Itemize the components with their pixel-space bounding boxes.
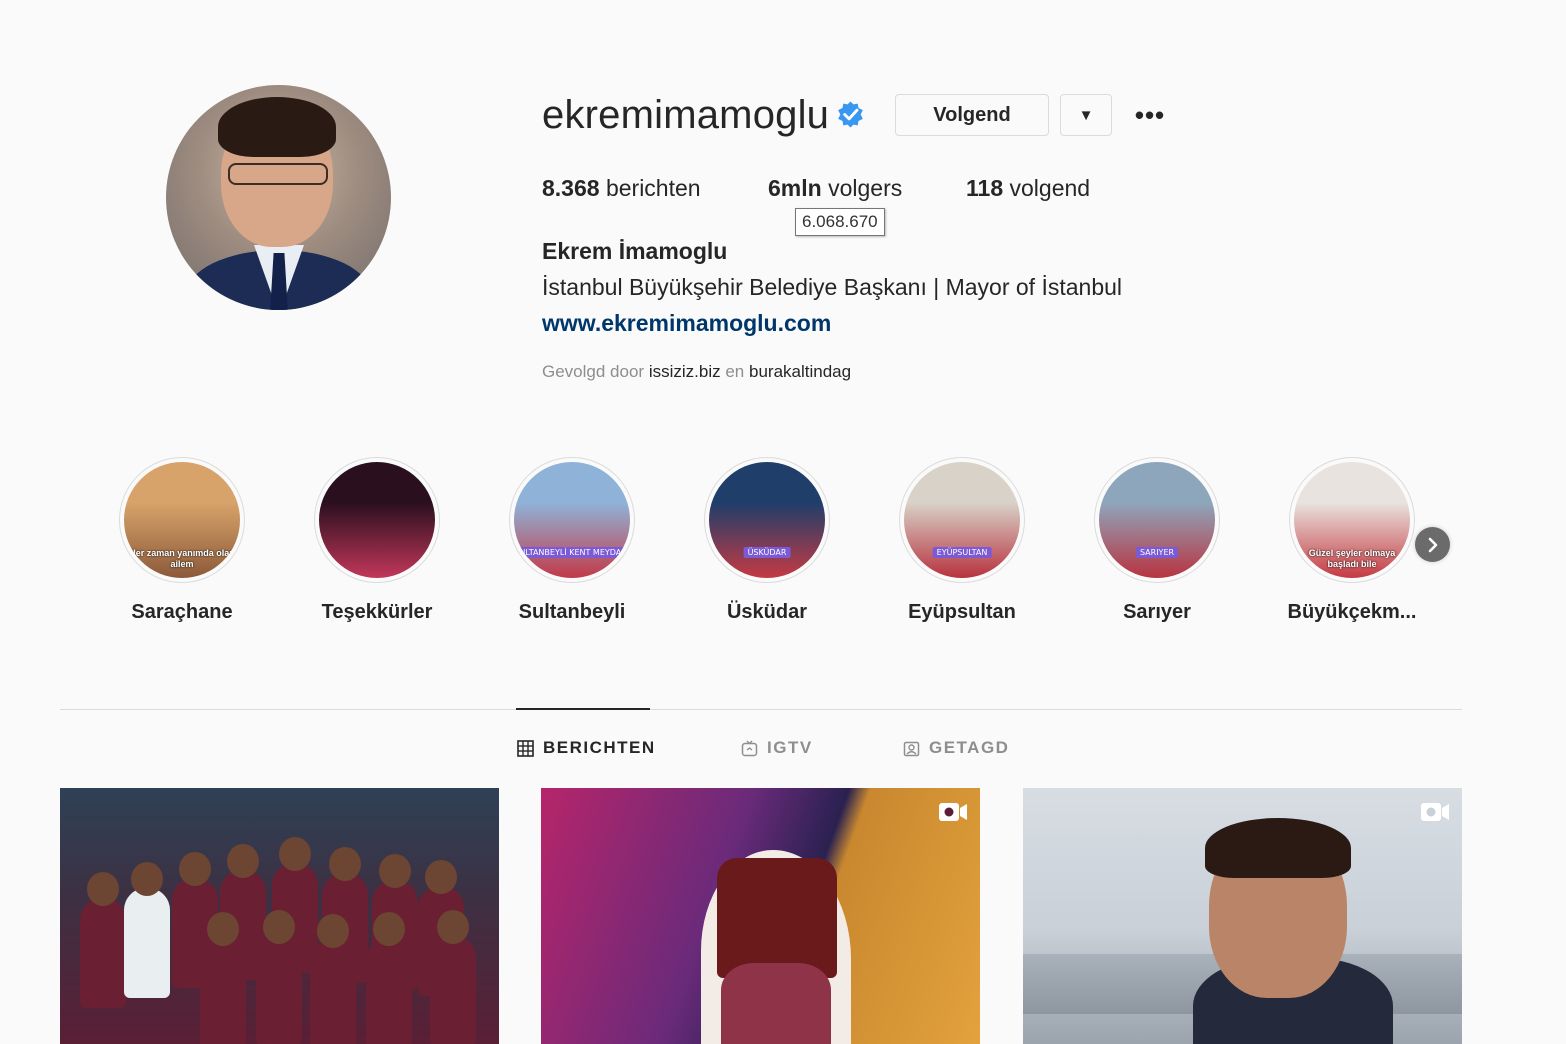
highlight-ring	[314, 457, 440, 583]
followers-link[interactable]: 6mln volgers	[768, 175, 902, 202]
post-tile[interactable]	[1023, 788, 1462, 1044]
highlight-cover-caption: Her zaman yanımda olan ailem	[129, 548, 235, 569]
highlight-ring: SULTANBEYLİ KENT MEYDANI	[509, 457, 635, 583]
profile-bio: İstanbul Büyükşehir Belediye Başkanı | M…	[542, 274, 1123, 300]
following-link[interactable]: 118 volgend	[966, 175, 1090, 202]
post-image-figure	[721, 963, 831, 1044]
following-count-label: volgend	[1009, 175, 1091, 201]
following-button[interactable]: Volgend	[895, 94, 1049, 136]
highlight-label: Büyükçekm...	[1287, 601, 1417, 623]
tab-tagged[interactable]: GETAGD	[903, 738, 1009, 758]
post-image-figure	[1205, 818, 1351, 878]
followed-by-user-1[interactable]: issiziz.biz	[649, 362, 721, 381]
posts-count-label: berichten	[605, 175, 701, 201]
tab-tagged-label: GETAGD	[929, 738, 1010, 757]
highlight-ring: ÜSKÜDAR	[704, 457, 830, 583]
highlight-cover: Güzel şeyler olmaya başladı bile	[1294, 462, 1410, 578]
highlight-label: Sarıyer	[1123, 601, 1191, 623]
highlight-ring: Güzel şeyler olmaya başladı bile	[1289, 457, 1415, 583]
posts-count: 8.368 berichten	[542, 175, 701, 202]
tab-posts-label: BERICHTEN	[543, 738, 656, 757]
avatar-hair	[218, 97, 336, 157]
highlight-item[interactable]: Her zaman yanımda olan ailem Saraçhane	[102, 457, 262, 624]
avatar-glasses	[228, 163, 328, 185]
highlight-cover: ÜSKÜDAR	[709, 462, 825, 578]
highlight-item[interactable]: ÜSKÜDAR Üsküdar	[687, 457, 847, 624]
more-icon: •••	[1134, 99, 1166, 130]
post-image-figure	[124, 862, 170, 998]
followers-count-value: 6mln	[768, 175, 822, 201]
highlight-item[interactable]: SARIYER Sarıyer	[1077, 457, 1237, 624]
post-image-figure	[430, 910, 476, 1044]
post-image-figure	[80, 872, 126, 1008]
highlight-item[interactable]: Güzel şeyler olmaya başladı bile Büyükçe…	[1272, 457, 1432, 624]
tab-igtv-label: IGTV	[767, 738, 813, 757]
highlight-cover: SARIYER	[1099, 462, 1215, 578]
followers-tooltip: 6.068.670	[795, 208, 885, 236]
chevron-down-icon: ▼	[1078, 106, 1094, 124]
tagged-icon	[903, 741, 920, 756]
followers-count-label: volgers	[828, 175, 903, 201]
highlight-ring: EYÜPSULTAN	[899, 457, 1025, 583]
highlight-ring: SARIYER	[1094, 457, 1220, 583]
more-options-button[interactable]: •••	[1130, 98, 1170, 132]
tabs-divider	[60, 709, 1462, 710]
highlight-cover: SULTANBEYLİ KENT MEYDANI	[514, 462, 630, 578]
post-image-figure	[717, 858, 837, 978]
highlight-item[interactable]: EYÜPSULTAN Eyüpsultan	[882, 457, 1042, 624]
following-count-value: 118	[966, 175, 1004, 201]
verified-badge-icon	[838, 101, 863, 128]
highlight-location-tag: EYÜPSULTAN	[932, 547, 992, 558]
profile-full-name: Ekrem İmamoglu	[542, 238, 728, 264]
post-tile[interactable]	[541, 788, 980, 1044]
igtv-icon	[741, 740, 758, 756]
highlight-label: Üsküdar	[726, 601, 808, 623]
highlight-location-tag: SULTANBEYLİ KENT MEYDANI	[514, 547, 630, 558]
highlight-cover-caption: Güzel şeyler olmaya başladı bile	[1308, 548, 1396, 569]
post-tile[interactable]	[60, 788, 499, 1044]
chevron-right-icon	[1428, 537, 1437, 552]
profile-page: ekremimamoglu Volgend ▼ ••• 8.368 berich…	[0, 0, 1566, 1044]
highlight-cover: EYÜPSULTAN	[904, 462, 1020, 578]
profile-website-link[interactable]: www.ekremimamoglu.com	[542, 310, 831, 337]
followed-by: Gevolgd door issiziz.biz en burakaltinda…	[542, 362, 851, 382]
highlight-label: Eyüpsultan	[908, 601, 1016, 623]
highlight-item[interactable]: SULTANBEYLİ KENT MEYDANI Sultanbeyli	[492, 457, 652, 624]
video-icon	[1421, 803, 1449, 821]
highlight-label: Teşekkürler	[321, 601, 433, 623]
highlight-cover	[319, 462, 435, 578]
highlight-label: Saraçhane	[131, 601, 233, 623]
profile-username: ekremimamoglu	[542, 93, 830, 137]
profile-avatar[interactable]	[166, 85, 391, 310]
post-image-figure	[310, 914, 356, 1044]
highlight-cover: Her zaman yanımda olan ailem	[124, 462, 240, 578]
highlight-location-tag: ÜSKÜDAR	[743, 547, 791, 558]
active-tab-indicator	[516, 708, 650, 710]
tab-igtv[interactable]: IGTV	[741, 738, 813, 758]
followed-by-prefix: Gevolgd door	[542, 362, 645, 381]
followed-by-conjunction: en	[725, 362, 745, 381]
highlight-label: Sultanbeyli	[518, 601, 626, 623]
grid-icon	[517, 739, 534, 757]
highlight-item[interactable]: Teşekkürler	[297, 457, 457, 624]
video-icon	[939, 803, 967, 821]
suggested-dropdown-button[interactable]: ▼	[1060, 94, 1112, 136]
post-image-figure	[200, 912, 246, 1044]
highlight-location-tag: SARIYER	[1135, 547, 1179, 558]
highlights-next-button[interactable]	[1415, 527, 1450, 562]
post-image-figure	[256, 910, 302, 1044]
post-image-figure	[366, 912, 412, 1044]
posts-count-value: 8.368	[542, 175, 600, 201]
followed-by-user-2[interactable]: burakaltindag	[749, 362, 851, 381]
highlight-ring: Her zaman yanımda olan ailem	[119, 457, 245, 583]
tab-posts[interactable]: BERICHTEN	[517, 738, 656, 758]
